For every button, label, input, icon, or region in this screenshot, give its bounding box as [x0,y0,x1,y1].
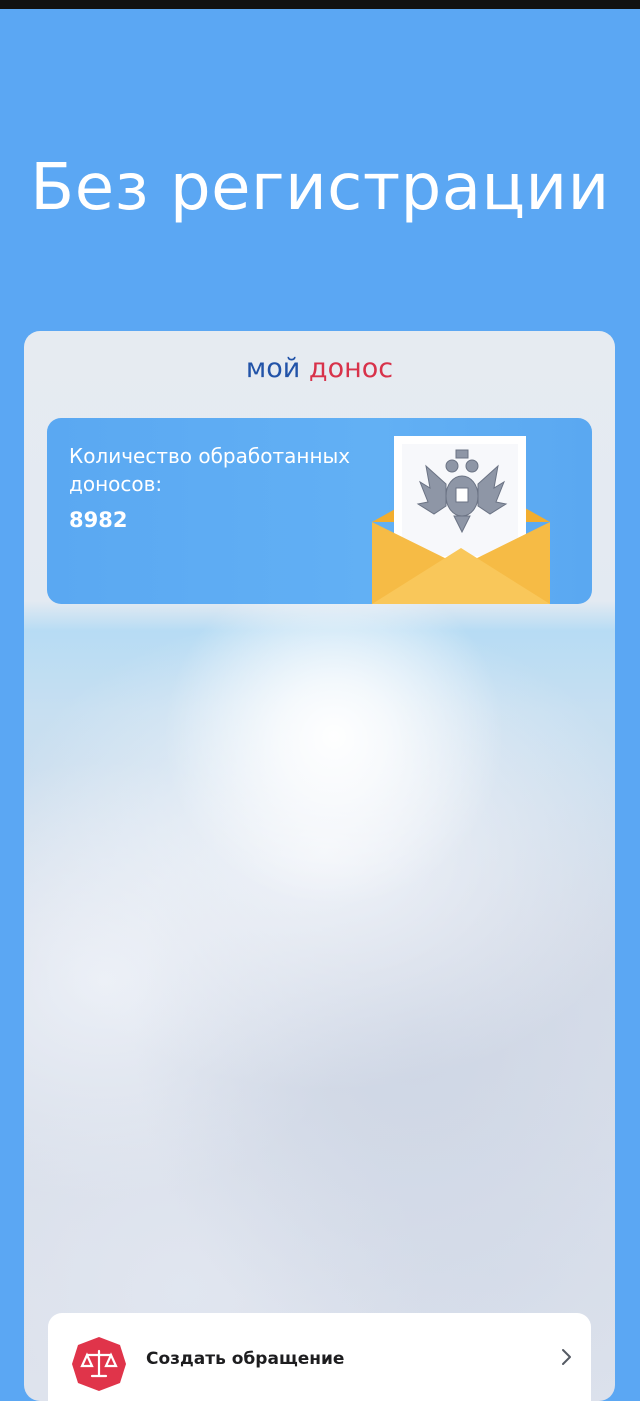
app-screen: мой донос Количество обработанных доносо… [24,331,615,1401]
app-logo-second-word: донос [308,353,394,384]
scales-of-justice-icon [70,1335,128,1397]
counter-value: 8982 [69,508,128,532]
promo-title: Без регистрации [30,151,610,225]
chevron-right-icon [560,1345,574,1373]
app-logo-first-word: мой [245,353,301,384]
status-bar [0,0,640,9]
create-appeal-label: Создать обращение [146,1349,345,1369]
envelope-with-emblem-icon [372,436,550,604]
create-appeal-button[interactable]: Создать обращение [48,1313,591,1401]
counter-label: Количество обработанных доносов: [69,444,351,496]
reports-counter-card: Количество обработанных доносов: 8982 [47,418,592,604]
app-logo: мой донос [24,351,615,387]
